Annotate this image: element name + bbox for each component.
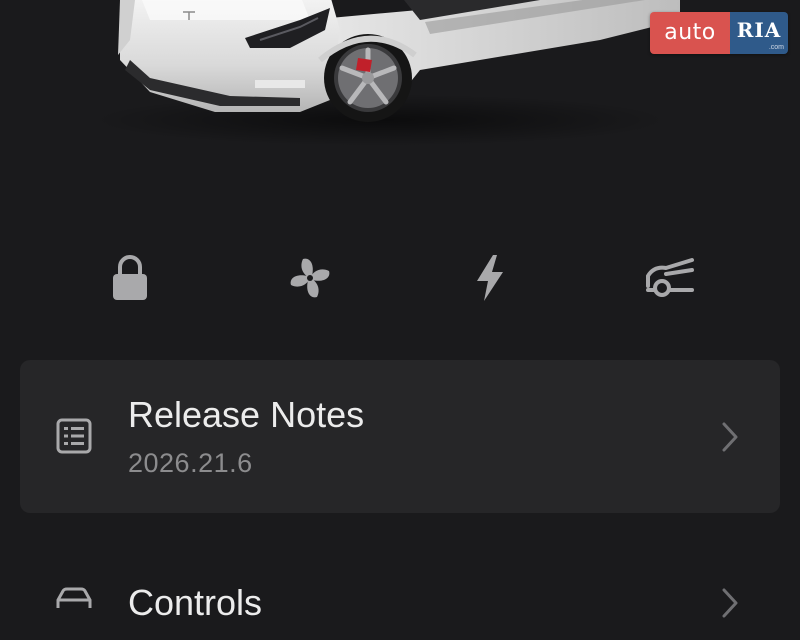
software-version: 2026.21.6: [128, 448, 253, 478]
release-notes-item[interactable]: Release Notes 2026.21.6: [20, 360, 780, 513]
quick-controls-row: [0, 248, 800, 308]
lock-button[interactable]: [100, 248, 160, 308]
climate-button[interactable]: [280, 248, 340, 308]
watermark-domain-text: .com: [768, 44, 784, 51]
watermark-ria-block: RIA .com: [730, 12, 788, 54]
watermark-ria-text: RIA: [736, 18, 782, 42]
chevron-right-icon: [722, 422, 738, 452]
watermark-logo: auto RIA .com: [650, 12, 788, 54]
fan-icon: [290, 258, 330, 298]
chevron-right-icon: [722, 588, 738, 618]
car-icon: [56, 587, 92, 608]
lock-icon: [113, 255, 147, 300]
frunk-open-icon: [646, 258, 694, 297]
frunk-button[interactable]: [640, 248, 700, 308]
controls-item[interactable]: Controls: [20, 560, 780, 640]
lightning-bolt-icon: [477, 255, 503, 301]
charge-button[interactable]: [460, 248, 520, 308]
watermark-auto-text: auto: [650, 12, 730, 54]
release-notes-title: Release Notes: [128, 394, 365, 435]
controls-title: Controls: [128, 582, 263, 623]
list-document-icon: [56, 418, 92, 454]
